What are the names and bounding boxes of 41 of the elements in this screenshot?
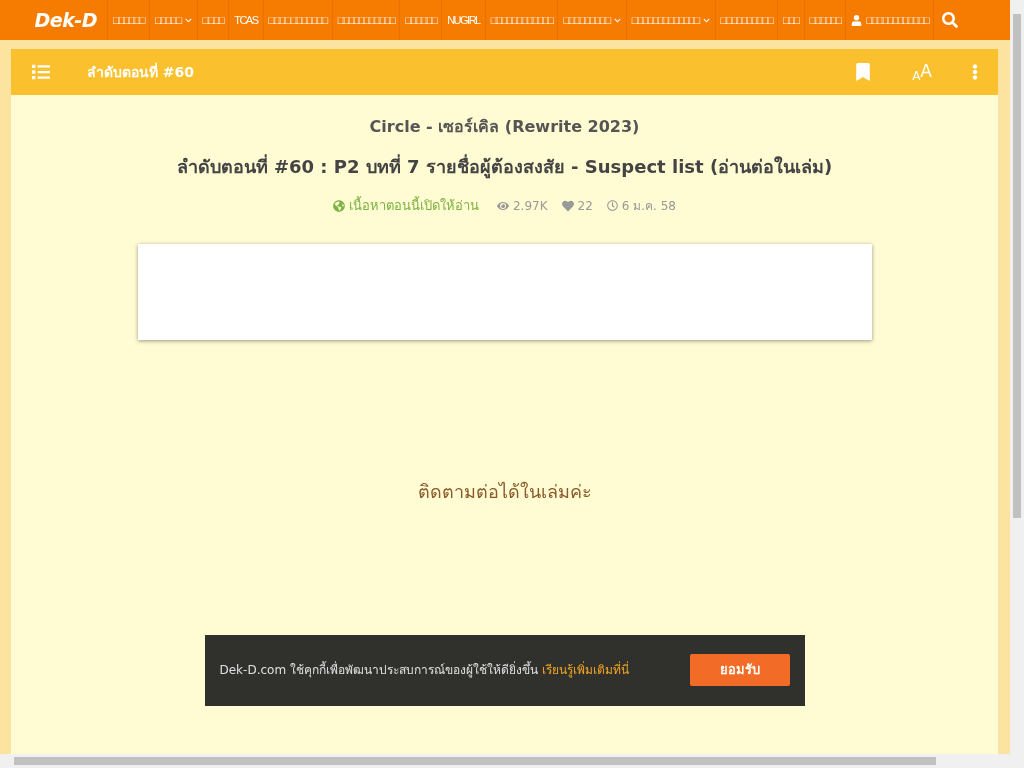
nav-item[interactable]: NUGIRL [442,0,486,40]
chapter-title: ลำดับตอนที่ #60 : P2 บทที่ 7 รายชื่อผู้ต้องสงสัย - Suspect list (อ่านต่อในเล่ม) [176,153,833,180]
accept-button[interactable]: ยอมรับ [689,654,790,686]
learn-more-link[interactable]: เรียนรู้เพิ่มเติมที่นี่ [541,663,629,677]
nav-item[interactable]: □□□□□□ [400,0,443,40]
nav-item[interactable]: □□□□□□□□□ [558,0,627,40]
nav-item[interactable]: □□□□□□ [804,0,847,40]
vertical-scrollbar[interactable] [1010,0,1024,754]
caret-icon [702,16,710,24]
heart-icon [561,199,574,212]
access-status: เนื้อหาตอนนี้เปิดให้อ่าน [348,196,479,215]
chapter-text: ติดตามต่อได้ในเล่มค่ะ [417,479,592,504]
site-logo[interactable]: Dek-D [34,5,97,35]
clock-icon [606,200,618,212]
like-count: 22 [577,197,593,215]
list-icon[interactable] [31,63,51,81]
publish-date: 6 ม.ค. 58 [621,197,676,215]
nav-item[interactable]: □□□□□□□□□□□□ [485,0,559,40]
toolbar-title: ลำดับตอนที่ #60 [87,61,195,82]
bookmark-icon[interactable] [856,63,871,81]
caret-icon [184,16,192,24]
cookie-notice: Dek-D.com ใช้คุกกี้เพื่อพัฒนาประสบการณ์ของผู้ใช้ให้ดียิ่งขึ้น เรียนรู้เพิ่มเติมที่นี่ [219,661,630,679]
nav-item[interactable]: □□□□ [197,0,230,40]
search-icon [942,12,959,28]
eye-icon [496,199,509,212]
view-count: 2.97K [512,197,548,215]
more-icon[interactable] [972,63,978,81]
caret-icon [613,16,621,24]
story-title: Circle - เซอร์เคิล (Rewrite 2023) [369,116,640,138]
nav-item[interactable]: □□□□ □□□□□□□ [263,0,333,40]
nav-item[interactable]: □□□□□□ [108,0,150,40]
nav-item[interactable]: □□□□□□□□□□□□ [846,0,935,40]
nav-item[interactable]: □□□□□ [149,0,198,40]
horizontal-scrollbar[interactable] [0,754,1024,768]
nav-item[interactable]: □□□ [778,0,805,40]
nav-item[interactable]: □□□□□□□□□□□□□ [626,0,716,40]
nav-item[interactable]: □□□□□□□□□□□ [332,0,401,40]
user-icon [851,14,863,26]
globe-icon [332,199,345,212]
nav-item[interactable]: □□□□□□□□□□ [715,0,779,40]
nav-item[interactable]: TCAS [229,0,264,40]
